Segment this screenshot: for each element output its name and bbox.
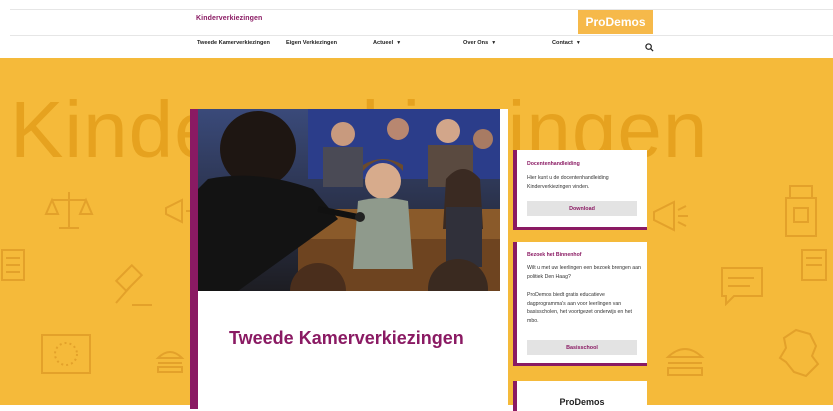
nav-item-label: Eigen Verkiezingen	[286, 40, 337, 46]
site-title[interactable]: Kinderverkiezingen	[196, 15, 262, 22]
document-icon	[0, 248, 28, 282]
burger-icon-right	[665, 343, 705, 377]
nav-divider	[10, 35, 833, 36]
megaphone-icon-right	[650, 198, 690, 234]
hero-photo	[198, 109, 500, 291]
nav-item-label: Contact	[552, 40, 573, 46]
gavel-icon	[108, 263, 154, 309]
side-card-heading: ProDemos	[559, 397, 605, 407]
card-accent	[513, 227, 647, 230]
burger-icon	[155, 348, 185, 374]
nav-item-over-ons[interactable]: Over Ons ▼	[463, 40, 496, 46]
side-card-docentenhandleiding: Docentenhandleiding Hier kunt u de docen…	[513, 150, 647, 230]
scales-icon	[44, 186, 94, 236]
card-accent	[513, 363, 647, 366]
chevron-down-icon: ▼	[396, 40, 402, 46]
nav-item-label: Over Ons	[463, 40, 489, 46]
nav-item-tweede-kamerverkiezingen[interactable]: Tweede Kamerverkiezingen	[197, 40, 270, 46]
main-nav: Tweede Kamerverkiezingen Eigen Verkiezin…	[0, 40, 833, 52]
side-card-text: Hier kunt u de docentenhandleiding Kinde…	[527, 175, 609, 190]
nav-item-label: Tweede Kamerverkiezingen	[197, 40, 270, 46]
side-card-bezoek-binnenhof: Bezoek het Binnenhof Wilt u met uw leerl…	[513, 242, 647, 366]
side-card-heading: Docentenhandleiding	[527, 161, 580, 167]
prodemos-logo[interactable]: ProDemos	[578, 10, 653, 34]
side-card-text: Wilt u met uw leerlingen een bezoek bren…	[527, 265, 641, 280]
chevron-down-icon: ▼	[575, 40, 581, 46]
megaphone-icon	[162, 196, 192, 226]
eu-flag-icon	[40, 333, 92, 375]
basisschool-button[interactable]: Basisschool	[527, 340, 637, 355]
top-bar: Kinderverkiezingen ProDemos Tweede Kamer…	[0, 0, 833, 58]
search-icon[interactable]	[645, 39, 654, 52]
nav-item-eigen-verkiezingen[interactable]: Eigen Verkiezingen	[286, 40, 337, 46]
side-card-text: ProDemos biedt gratis educatieve dagprog…	[527, 292, 632, 324]
chat-icon	[720, 266, 764, 306]
nav-item-contact[interactable]: Contact ▼	[552, 40, 581, 46]
netherlands-map-icon	[776, 328, 822, 380]
chevron-down-icon: ▼	[491, 40, 497, 46]
top-divider	[10, 9, 833, 10]
side-card-heading: Bezoek het Binnenhof	[527, 252, 582, 258]
ballot-box-icon	[784, 184, 820, 238]
document-icon-right	[800, 248, 830, 282]
nav-item-actueel[interactable]: Actueel ▼	[373, 40, 401, 46]
side-card-prodemos: ProDemos	[513, 381, 647, 411]
nav-item-label: Actueel	[373, 40, 394, 46]
download-button[interactable]: Download	[527, 201, 637, 216]
page-title: Tweede Kamerverkiezingen	[229, 328, 464, 348]
